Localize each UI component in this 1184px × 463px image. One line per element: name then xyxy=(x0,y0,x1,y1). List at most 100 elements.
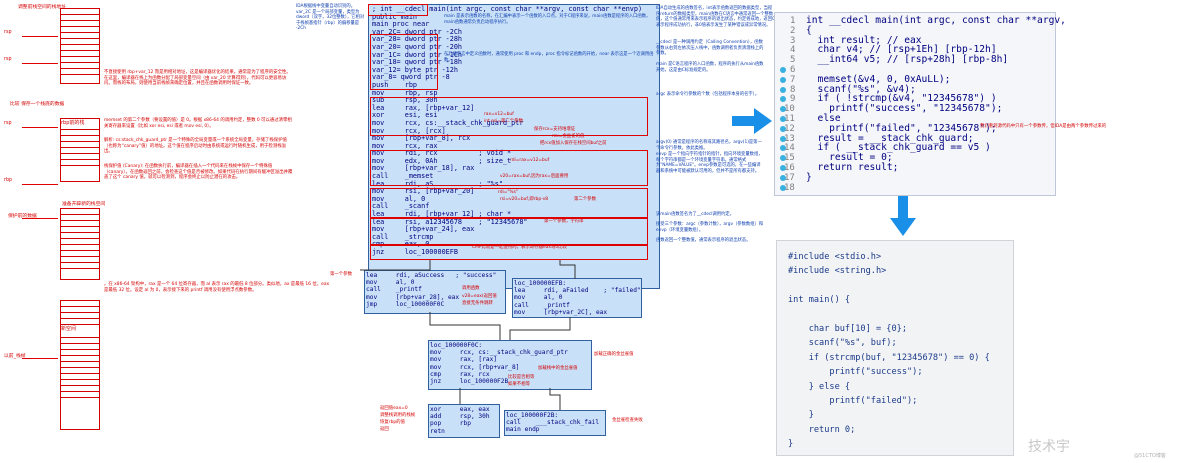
stack-rsp-label-2: rsp xyxy=(4,57,12,62)
asm-note: 返回 xyxy=(380,427,389,432)
line-number: 3 xyxy=(790,35,796,46)
decompiled-line: int __cdecl main(int argc, const char **… xyxy=(806,15,1066,26)
line-number: 4 xyxy=(790,45,796,56)
breakpoint-dot[interactable] xyxy=(780,135,786,142)
note-summary-3: 函数返回一个整数值，通常表示程序的退出状态。 xyxy=(656,238,751,243)
stack-new-space: 新空间 xyxy=(61,326,77,332)
stack-column-bottom: 新空间 xyxy=(60,300,100,430)
breakpoint-dot[interactable] xyxy=(780,125,786,132)
asm-note: v20=rax=buf,因为rax=后面要用 xyxy=(500,174,569,179)
main-note: main 是表示函数的名称，在汇编中表示一个函数的入口点，对于C程序来说，mai… xyxy=(444,14,651,25)
asm-line: call ___stack_chk_fail xyxy=(506,419,600,427)
breakpoint-dot[interactable] xyxy=(780,116,786,122)
source-line: int main() { xyxy=(788,295,851,306)
left-note-3: 解析: cs:stack_chk_guard_ptr 是一个特殊的全局变量或一个… xyxy=(104,138,287,155)
line-number: 8 xyxy=(790,84,796,95)
line-number: 9 xyxy=(790,94,796,105)
breakpoint-dot[interactable] xyxy=(780,86,786,93)
red-arrow-line xyxy=(22,63,58,64)
red-arrow-line xyxy=(22,218,58,219)
asm-note: rcx=金丝雀的值 xyxy=(552,134,585,139)
note-main: main 是C语言程序的入口函数，程序的执行从main函数开始，这是由C标准规定… xyxy=(656,62,764,73)
flow-connectors xyxy=(360,260,576,410)
red-arrow-line xyxy=(22,358,58,359)
decompiled-line: return result; xyxy=(806,162,899,173)
asm-note: int esi=第二个参数 xyxy=(484,119,523,124)
note-summary-1: 该main函数签名为了__cdecl调用约定。 xyxy=(656,212,734,217)
stack-arrow-label-1: 比较 保存一个栈底的数据 xyxy=(10,102,65,107)
note-argc: argc 表示命令行参数的个数（包括程序本身的名字）。 xyxy=(656,92,760,97)
red-arrow-line xyxy=(22,184,58,185)
asm-note: 把rcx值加入保存在栈空间buf之前 xyxy=(540,141,607,146)
decompiled-side-note: 我们看到源代码中只有一个参数传，但IDA是由两个参数传过来的 xyxy=(980,124,1107,129)
note-cdecl: __cdecl 是一种调用约定（Calling Convention），函数参数… xyxy=(656,40,764,57)
asm-line: retn xyxy=(430,427,445,435)
watermark-small: @51CTO博客 xyxy=(1134,453,1166,459)
asm-note: 第一个参数，字符串 xyxy=(544,219,584,224)
breakpoint-dot[interactable] xyxy=(780,165,786,171)
source-line: } else { xyxy=(788,381,851,392)
source-line: printf("failed"); xyxy=(788,396,918,406)
line-number: 7 xyxy=(790,74,796,85)
highlight-box-vars xyxy=(370,34,438,90)
public-note: 在汇编语言中定义函数时，通常使用 proc 和 endp，proc 指令标记函数… xyxy=(444,52,654,63)
note-envp: envp 是一个指向字符指针的指针，指向环境变量数组，每个字符串都是一个环境变量… xyxy=(656,152,763,174)
left-note-2: memset 的第二个参数（要设置的值）是 0。根据 x86-64 的调用约定，… xyxy=(104,118,292,129)
stack-column-top xyxy=(60,8,100,84)
decompiled-line: __int64 v5; // [rsp+28h] [rbp-8h] xyxy=(806,54,1009,66)
asm-note: CMP比较是一起使用的，表示寄存器eax与0比较 xyxy=(472,245,567,250)
source-line: #include <string.h> xyxy=(788,266,887,277)
stack-top-note: 调整前栈空间的栈地址 xyxy=(18,5,66,10)
source-line: return 0; xyxy=(788,424,856,435)
line-number: 5 xyxy=(790,55,796,66)
watermark: 技术宇 xyxy=(1028,439,1070,455)
asm-decl-note: IDA根据栈中变量自动识别的。var_2C 是一个局部变量，类型为 dword（… xyxy=(296,4,365,32)
source-line: scanf("%s", buf); xyxy=(788,338,897,349)
stack-rbp-label: rbp xyxy=(4,178,13,183)
stack-rsp-label: rsp xyxy=(4,30,12,35)
stack-column-mid: rbp前的栈 xyxy=(60,118,100,182)
breakpoint-dot[interactable] xyxy=(780,174,786,181)
asm-fail-listing: loc_100000F2B: call ___stack_chk_fail main… xyxy=(506,412,599,434)
asm-note: rdi=rax=v12=buf xyxy=(510,158,550,163)
note-summary-2: 接受三个参数：argc（参数计数），argv（参数数组）和envp（环境变量数组… xyxy=(656,222,764,233)
source-line: #include <stdio.h> xyxy=(788,252,882,262)
stack-region-label: rbp前的栈 xyxy=(61,120,85,126)
asm-note: 第一个参数 xyxy=(330,272,352,277)
highlight-box xyxy=(368,4,428,16)
asm-note: 第二个参数 xyxy=(574,197,596,202)
source-line: } xyxy=(788,439,794,450)
asm-note: rdi="%s" xyxy=(498,190,518,195)
asm-note: 恢复rbp的值 xyxy=(380,420,405,425)
decompiled-line: } xyxy=(806,171,812,183)
asm-note: rax=v12=buf xyxy=(484,112,514,117)
breakpoint-dot[interactable] xyxy=(780,67,786,73)
line-number: 6 xyxy=(790,65,796,75)
asm-note: 金丝雀检查失败 xyxy=(612,418,643,423)
left-note-1: 不直接使用 rbp+var_12 而是用相对地址，这是编译器优化的结果。通常是为… xyxy=(104,70,291,87)
breakpoint-dot[interactable] xyxy=(780,76,786,83)
line-number: 1 xyxy=(790,16,796,26)
red-arrow-line xyxy=(22,127,58,128)
breakpoint-dot[interactable] xyxy=(780,184,786,191)
note-signature: IDA自动生成的函数签名，int表示函数返回的数据类型，当程序return的数据… xyxy=(656,6,775,28)
arrow-down-icon xyxy=(890,196,916,236)
line-number: 2 xyxy=(790,25,796,36)
stack-column-low xyxy=(60,208,100,280)
highlight-box xyxy=(370,218,648,246)
asm-note: 保存rcx=支持堆增证 xyxy=(534,127,576,132)
stack-rsp-label-3: rsp xyxy=(4,121,12,126)
highlight-box xyxy=(370,150,648,186)
arrow-right-icon xyxy=(732,108,772,134)
source-line: } xyxy=(788,410,814,421)
stack-region-new: 准备开辟新的栈空间 xyxy=(62,202,106,207)
source-line: char buf[10] = {0}; xyxy=(788,324,907,334)
source-line: if (strcmp(buf, "12345678") == 0) { xyxy=(788,352,990,363)
asm-note: rsi=v20=buf,即rbp-v8 xyxy=(500,197,548,202)
asm-line: pop rbp xyxy=(430,420,471,428)
asm-line: main endp xyxy=(506,426,540,434)
red-arrow-line xyxy=(22,36,58,37)
left-note-4: 栈保护值 (Canary): 在函数执行前，编译器在插入一个代码来在栈帧中保存一… xyxy=(104,164,293,181)
left-note-5: 。在 x86-64 架构中，rax 是一个 64 位寄存器，而 al 表示 ra… xyxy=(104,282,331,293)
source-line: printf("success"); xyxy=(788,367,923,378)
